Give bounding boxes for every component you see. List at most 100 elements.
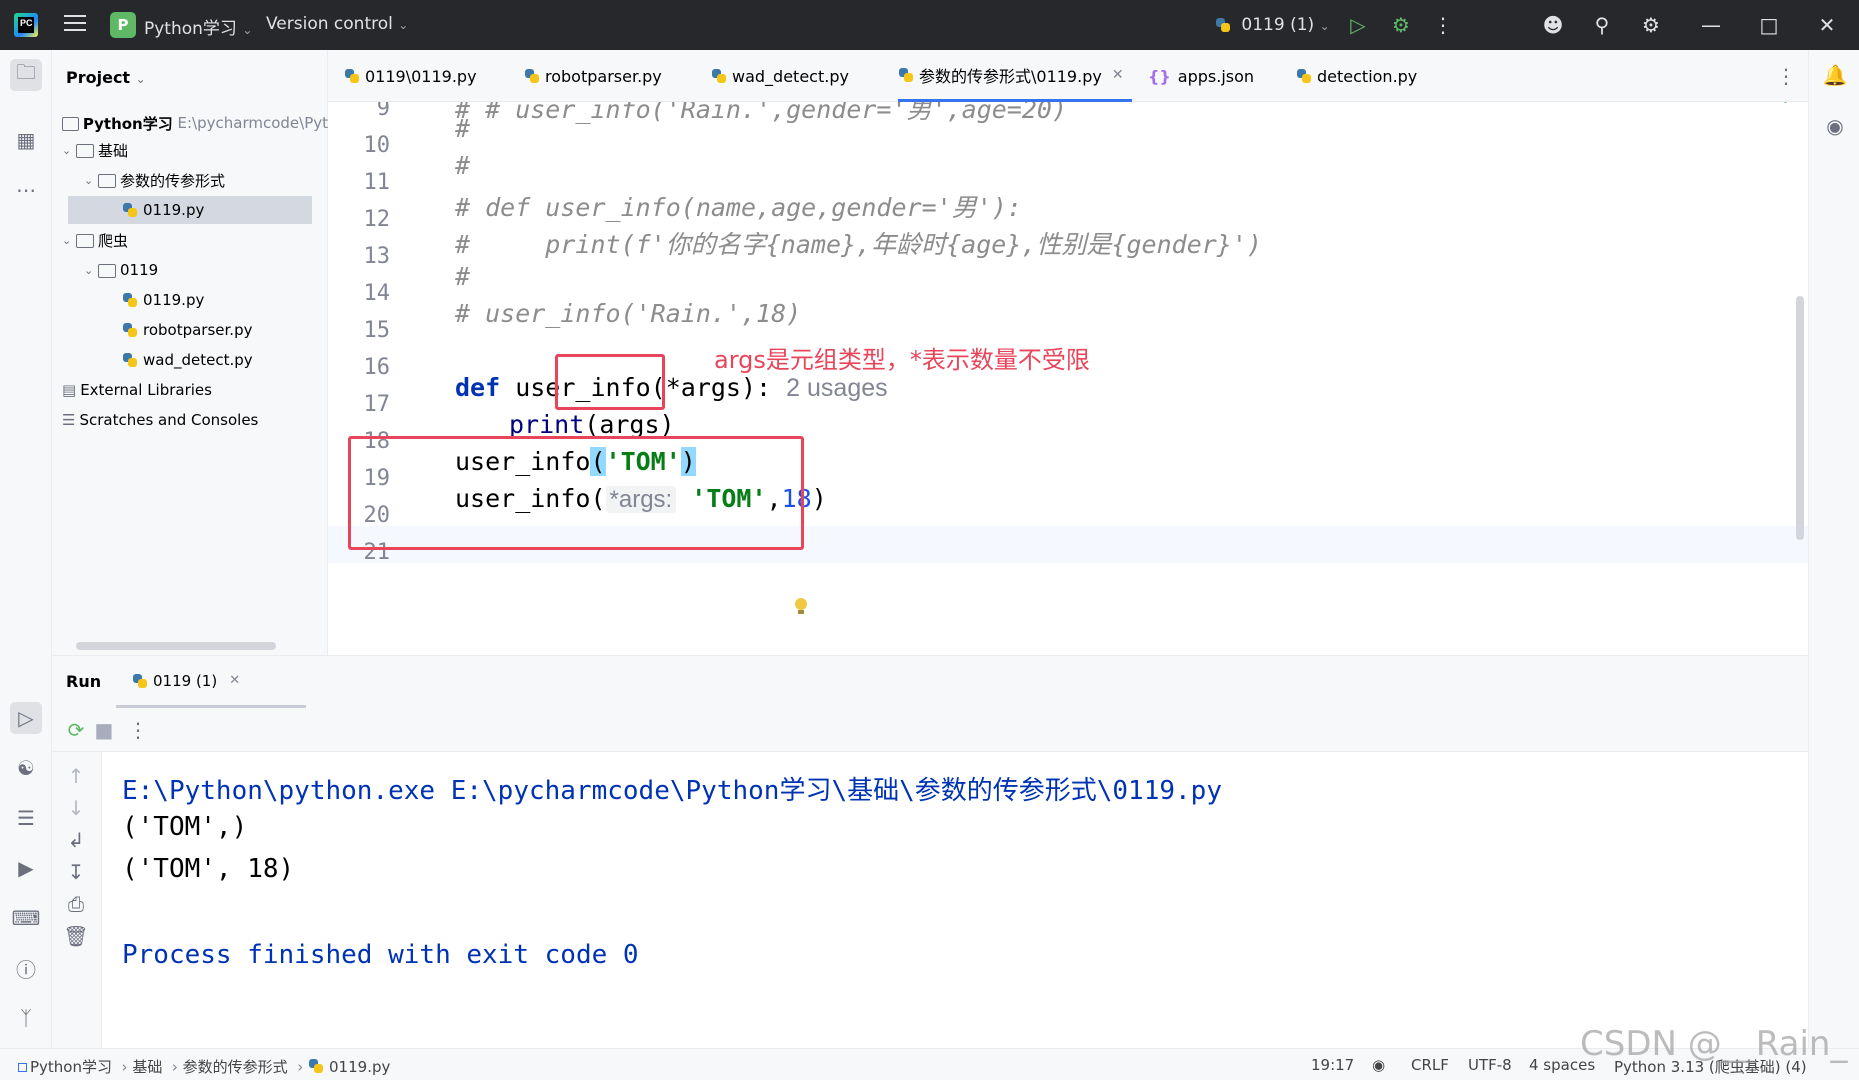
console-output-line: ('TOM',) (122, 812, 248, 842)
project-panel: Project ⌄ Python学习 E:\pycharmcode\Pyt ⌄ 基… (52, 50, 328, 655)
chevron-down-icon[interactable]: ⌄ (62, 144, 76, 157)
run-config-label: 0119 (1) (1241, 15, 1315, 35)
run-tool-icon[interactable]: ▷ (10, 702, 42, 734)
trash-icon[interactable]: 🗑 (60, 920, 92, 952)
code-token: {gender}') (1111, 230, 1262, 259)
line-number: 13 (363, 244, 391, 269)
breadcrumb-item[interactable]: 参数的传参形式 (183, 1058, 288, 1076)
breadcrumb-item[interactable]: 基础 (132, 1058, 162, 1076)
add-user-icon[interactable]: ☻ (1538, 10, 1568, 40)
tree-item[interactable]: ▤ External Libraries (52, 376, 328, 404)
tree-item[interactable]: ⌄ 0119 (52, 256, 328, 284)
run-icon[interactable]: ▷ (1343, 10, 1373, 40)
breadcrumb-item[interactable]: 0119.py (329, 1058, 390, 1076)
tree-item-label: External Libraries (80, 381, 212, 399)
ai-status-icon[interactable]: ◉ (1372, 1056, 1385, 1074)
tree-item-label: 参数的传参形式 (120, 171, 226, 190)
code-line-13: # print(f'你的名字{name},年龄时{age},性别是{gender… (455, 225, 1262, 261)
tree-root[interactable]: Python学习 E:\pycharmcode\Pyt (52, 109, 328, 137)
run-tab-0119[interactable]: 0119 (1) ✕ (116, 656, 306, 708)
folder-icon (62, 117, 79, 131)
tab-wad-detect[interactable]: wad_detect.py (711, 50, 849, 102)
watermark: CSDN @__Rain_ (1580, 1024, 1848, 1064)
tab-apps-json[interactable]: {} apps.json (1148, 50, 1254, 102)
code-line-9: # # user_info('Rain.',gender='男',age=20) (455, 102, 1067, 124)
scroll-to-end-icon[interactable]: ↧ (60, 856, 92, 888)
more-actions-icon[interactable]: ⋮ (1428, 10, 1458, 40)
tree-item[interactable]: robotparser.py (52, 316, 328, 344)
tab-robotparser[interactable]: robotparser.py (524, 50, 662, 102)
line-number: 14 (363, 281, 391, 306)
terminal-icon[interactable]: ⌨ (10, 902, 42, 934)
tree-item[interactable]: 0119.py (52, 286, 328, 314)
soft-wrap-icon[interactable]: ↲ (60, 824, 92, 856)
pycharm-logo-icon[interactable]: PC (14, 13, 38, 37)
notifications-bell-icon[interactable]: 🔔 (1819, 59, 1851, 91)
problems-icon[interactable]: ⓘ (10, 952, 42, 984)
caret-position[interactable]: 19:17 (1311, 1056, 1354, 1074)
services-icon[interactable]: ▶ (10, 852, 42, 884)
more-actions-icon[interactable]: ⋮ (122, 714, 154, 746)
project-tool-folder-icon[interactable]: 🗀 (10, 59, 42, 91)
tab-params-0119-active[interactable]: 参数的传参形式\0119.py ✕ (898, 50, 1132, 102)
print-icon[interactable]: ⎙ (60, 888, 92, 920)
structure-icon[interactable]: ▦ (10, 124, 42, 156)
close-tab-icon[interactable]: ✕ (229, 673, 240, 688)
minimize-icon[interactable]: — (1696, 10, 1726, 40)
git-branch-icon[interactable]: ᛉ (10, 1002, 42, 1034)
maximize-icon[interactable]: □ (1754, 10, 1784, 40)
code-token: 你的名字 (665, 230, 766, 259)
line-number: 15 (363, 318, 391, 343)
ai-assistant-icon[interactable]: ◉ (1819, 110, 1851, 142)
tab-label: robotparser.py (545, 66, 662, 86)
file-encoding[interactable]: UTF-8 (1468, 1056, 1512, 1074)
chevron-down-icon[interactable]: ⌄ (62, 234, 76, 247)
more-tools-icon[interactable]: ⋯ (10, 174, 42, 206)
project-panel-title[interactable]: Project ⌄ (66, 68, 146, 87)
layers-icon[interactable]: ☰ (10, 802, 42, 834)
lightbulb-icon[interactable] (794, 598, 808, 616)
tree-item-selected[interactable]: 0119.py (68, 196, 312, 224)
arrow-up-icon[interactable]: ↑ (60, 760, 92, 792)
close-window-icon[interactable]: ✕ (1812, 10, 1842, 40)
search-icon[interactable]: ⚲ (1587, 10, 1617, 40)
line-separator[interactable]: CRLF (1411, 1056, 1449, 1074)
breadcrumb-item[interactable]: Python学习 (30, 1058, 112, 1076)
tab-0119-0119-py[interactable]: 0119\0119.py (344, 50, 477, 102)
chevron-down-icon[interactable]: ⌄ (84, 264, 98, 277)
project-switcher[interactable]: Python学习 ⌄ (144, 14, 252, 39)
tabs-more-icon[interactable]: ⋮ (1776, 50, 1796, 102)
chevron-down-icon[interactable]: ⌄ (84, 174, 98, 187)
editor-vertical-scrollbar[interactable] (1796, 296, 1804, 540)
code-token: (args) (584, 410, 675, 439)
run-panel: Run 0119 (1) ✕ ⟳ ■ ⋮ ↑ ↓ ↲ ↧ ⎙ 🗑 E:\Pytho… (52, 655, 1808, 1049)
python-console-icon[interactable]: ☯ (10, 752, 42, 784)
settings-gear-icon[interactable]: ⚙ (1636, 10, 1666, 40)
tab-detection[interactable]: detection.py (1296, 50, 1417, 102)
close-tab-icon[interactable]: ✕ (1112, 67, 1124, 83)
arrow-down-icon[interactable]: ↓ (60, 792, 92, 824)
main-menu-icon[interactable] (64, 15, 86, 33)
stop-icon[interactable]: ■ (88, 714, 120, 746)
python-file-icon (122, 292, 138, 308)
horizontal-scrollbar[interactable] (76, 642, 276, 650)
project-badge[interactable]: P (110, 12, 136, 38)
code-editor[interactable]: 9 10 11 12 13 14 15 16 17 18 19 20 21 # … (328, 102, 1808, 655)
inspection-ok-icon[interactable]: ✓ (1780, 102, 1798, 111)
debug-icon[interactable]: ⚙ (1386, 10, 1416, 40)
tree-item[interactable]: ⌄ 爬虫 (52, 226, 328, 254)
code-line-10: # (455, 114, 471, 143)
code-line-15: # user_info('Rain.',18) (455, 299, 802, 328)
code-line-14: # (455, 262, 471, 291)
run-config-selector[interactable]: 0119 (1) ⌄ (1215, 14, 1330, 35)
tree-item[interactable]: ⌄ 基础 (52, 136, 328, 164)
tree-item[interactable]: ☰ Scratches and Consoles (52, 406, 328, 434)
tree-item[interactable]: ⌄ 参数的传参形式 (52, 166, 328, 194)
usages-hint[interactable]: 2 usages (786, 374, 887, 402)
tree-item[interactable]: wad_detect.py (52, 346, 328, 374)
vcs-menu[interactable]: Version control ⌄ (266, 14, 408, 34)
chevron-right-icon: › (116, 1058, 133, 1076)
annotation-box-calls (348, 436, 804, 550)
tree-item-label: 0119 (120, 261, 159, 279)
right-tool-strip: 🔔 ◉ (1808, 50, 1859, 1050)
